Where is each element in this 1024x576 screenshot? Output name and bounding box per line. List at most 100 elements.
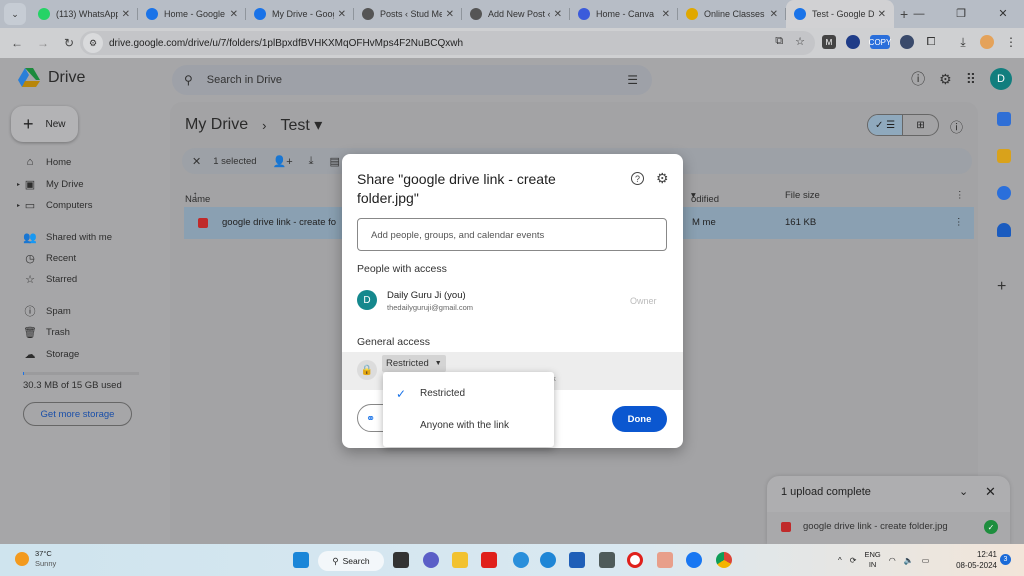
sidebar-item-trash[interactable]: 🗑 Trash bbox=[0, 322, 70, 342]
sidebar-item-recent[interactable]: ◷ Recent bbox=[0, 248, 76, 268]
grid-view-button[interactable]: ⊞ bbox=[903, 115, 938, 135]
youtube-icon[interactable] bbox=[481, 552, 497, 568]
close-tab-icon[interactable]: ✕ bbox=[446, 9, 454, 20]
move-to-folder-icon[interactable]: ▤ bbox=[330, 155, 340, 168]
extension-shield-icon[interactable] bbox=[900, 35, 914, 49]
browser-tab[interactable]: (113) WhatsApp ✕ bbox=[30, 0, 138, 28]
chrome-icon[interactable] bbox=[716, 552, 732, 568]
close-upload-panel-icon[interactable]: ✕ bbox=[985, 484, 996, 500]
weather-widget[interactable]: 37°C Sunny bbox=[35, 549, 56, 569]
keep-icon[interactable] bbox=[997, 149, 1011, 163]
start-windows-icon[interactable] bbox=[293, 552, 309, 568]
snipping-tool-icon[interactable] bbox=[657, 552, 673, 568]
sidebar-item-shared-with-me[interactable]: 👥 Shared with me bbox=[0, 227, 112, 247]
done-button[interactable]: Done bbox=[612, 406, 667, 432]
close-tab-icon[interactable]: ✕ bbox=[878, 9, 886, 20]
help-icon[interactable]: ⓘ bbox=[911, 69, 925, 89]
drive-logo[interactable]: Drive bbox=[18, 68, 85, 88]
column-file-size[interactable]: File size bbox=[785, 190, 820, 201]
clock[interactable]: 12:41 08-05-2024 bbox=[953, 549, 997, 571]
wifi-icon[interactable]: ◠ bbox=[889, 556, 896, 565]
column-modified[interactable]: odified ▾ bbox=[691, 190, 719, 205]
sidebar-item-spam[interactable]: ⓘ Spam bbox=[0, 301, 71, 321]
close-tab-icon[interactable]: ✕ bbox=[770, 9, 778, 20]
task-view-icon[interactable] bbox=[393, 552, 409, 568]
extension-m-icon[interactable]: M bbox=[822, 35, 836, 49]
search-bar[interactable]: ⚲ Search in Drive ☰ bbox=[172, 65, 652, 95]
opera-icon[interactable] bbox=[627, 552, 643, 568]
column-name[interactable]: Name ↑ bbox=[185, 190, 210, 205]
url-text[interactable]: drive.google.com/drive/u/7/folders/1plBp… bbox=[109, 38, 463, 49]
share-settings-gear-icon[interactable]: ⚙ bbox=[656, 170, 669, 187]
browser-tab[interactable]: Test - Google Drive ✕ bbox=[786, 0, 894, 28]
browser-tab[interactable]: Add New Post ‹ ✕ bbox=[462, 0, 570, 28]
get-more-storage-button[interactable]: Get more storage bbox=[23, 402, 132, 426]
close-tab-icon[interactable]: ✕ bbox=[338, 9, 346, 20]
help-icon[interactable]: ? bbox=[631, 172, 644, 185]
language-indicator[interactable]: ENG IN bbox=[864, 550, 880, 570]
close-tab-icon[interactable]: ✕ bbox=[230, 9, 238, 20]
restore-button[interactable]: ❐ bbox=[940, 0, 982, 28]
view-toggle[interactable]: ✓ ☰ ⊞ bbox=[867, 114, 939, 136]
search-input[interactable]: Search in Drive bbox=[207, 74, 282, 86]
address-bar[interactable]: ⚙ drive.google.com/drive/u/7/folders/1pl… bbox=[80, 31, 815, 55]
file-explorer-icon[interactable] bbox=[452, 552, 468, 568]
list-view-button[interactable]: ✓ ☰ bbox=[868, 115, 904, 135]
sidebar-item-starred[interactable]: ☆ Starred bbox=[0, 269, 77, 289]
volume-icon[interactable]: 🔈 bbox=[904, 556, 914, 565]
search-options-icon[interactable]: ☰ bbox=[627, 73, 638, 87]
forward-button[interactable]: → bbox=[30, 36, 56, 50]
tab-search-button[interactable]: ⌄ bbox=[4, 3, 26, 25]
contacts-icon[interactable] bbox=[997, 223, 1011, 237]
site-settings-icon[interactable]: ⚙ bbox=[83, 33, 103, 53]
column-more-icon[interactable]: ⋮ bbox=[955, 190, 965, 201]
close-tab-icon[interactable]: ✕ bbox=[122, 9, 130, 20]
row-more-icon[interactable]: ⋮ bbox=[954, 217, 964, 228]
browser-tab[interactable]: My Drive - Google Drive ✕ bbox=[246, 0, 354, 28]
close-window-button[interactable]: ✕ bbox=[982, 0, 1024, 28]
sidebar-item-home[interactable]: ⌂ Home bbox=[0, 152, 72, 172]
whatsapp-app-icon[interactable] bbox=[599, 552, 615, 568]
sidebar-item-computers[interactable]: ▸ ▭ Computers bbox=[0, 195, 92, 215]
edge-icon[interactable] bbox=[540, 552, 556, 568]
bookmark-star-icon[interactable]: ☆ bbox=[795, 35, 805, 48]
weather-sun-icon[interactable] bbox=[15, 552, 29, 566]
calendar-icon[interactable] bbox=[997, 112, 1011, 126]
sync-icon[interactable]: ⟳ bbox=[850, 556, 857, 565]
collapse-chevron-icon[interactable]: ⌄ bbox=[959, 485, 968, 498]
settings-gear-icon[interactable]: ⚙ bbox=[939, 71, 952, 88]
share-person-add-icon[interactable]: 👤+ bbox=[273, 155, 293, 168]
ms-store-icon[interactable] bbox=[569, 552, 585, 568]
show-hidden-icons[interactable]: ^ bbox=[838, 556, 842, 565]
sidebar-item-my-drive[interactable]: ▸ ▣ My Drive bbox=[0, 174, 84, 194]
reload-button[interactable]: ↻ bbox=[56, 36, 82, 50]
taskbar-search[interactable]: ⚲ Search bbox=[318, 551, 384, 571]
upload-item[interactable]: google drive link - create folder.jpg ✓ bbox=[767, 512, 1010, 544]
expand-caret-icon[interactable]: ▸ bbox=[12, 181, 20, 188]
option-anyone-with-link[interactable]: Anyone with the link bbox=[383, 411, 554, 441]
option-restricted[interactable]: ✓ Restricted bbox=[383, 379, 554, 409]
access-level-dropdown[interactable]: Restricted ▼ bbox=[382, 355, 446, 372]
browser-tab[interactable]: Posts ‹ Stud Mentor ✕ bbox=[354, 0, 462, 28]
tips-icon[interactable] bbox=[513, 552, 529, 568]
new-button[interactable]: + New bbox=[11, 106, 78, 142]
downloads-icon[interactable]: ⤓ bbox=[956, 35, 970, 49]
close-tab-icon[interactable]: ✕ bbox=[554, 9, 562, 20]
breadcrumb-current-folder[interactable]: Test ▾ bbox=[280, 115, 322, 135]
facebook-icon[interactable] bbox=[686, 552, 702, 568]
apps-grid-icon[interactable]: ⠿ bbox=[966, 71, 976, 88]
extension-s-icon[interactable] bbox=[846, 35, 860, 49]
add-addon-icon[interactable]: + bbox=[997, 279, 1011, 295]
profile-avatar-icon[interactable] bbox=[980, 35, 994, 49]
browser-tab[interactable]: Home - Google Drive ✕ bbox=[138, 0, 246, 28]
browser-menu-icon[interactable]: ⋮ bbox=[1004, 35, 1018, 49]
teams-chat-icon[interactable] bbox=[423, 552, 439, 568]
breadcrumb-my-drive[interactable]: My Drive bbox=[185, 116, 248, 134]
back-button[interactable]: ← bbox=[4, 36, 30, 50]
browser-tab[interactable]: Online Classes ✕ bbox=[678, 0, 786, 28]
install-app-icon[interactable]: ⧉ bbox=[775, 35, 783, 48]
details-info-icon[interactable]: ⓘ bbox=[950, 117, 963, 136]
notification-badge[interactable]: 3 bbox=[1000, 554, 1011, 565]
clear-selection-icon[interactable]: ✕ bbox=[192, 155, 201, 168]
minimize-button[interactable]: — bbox=[898, 0, 940, 28]
